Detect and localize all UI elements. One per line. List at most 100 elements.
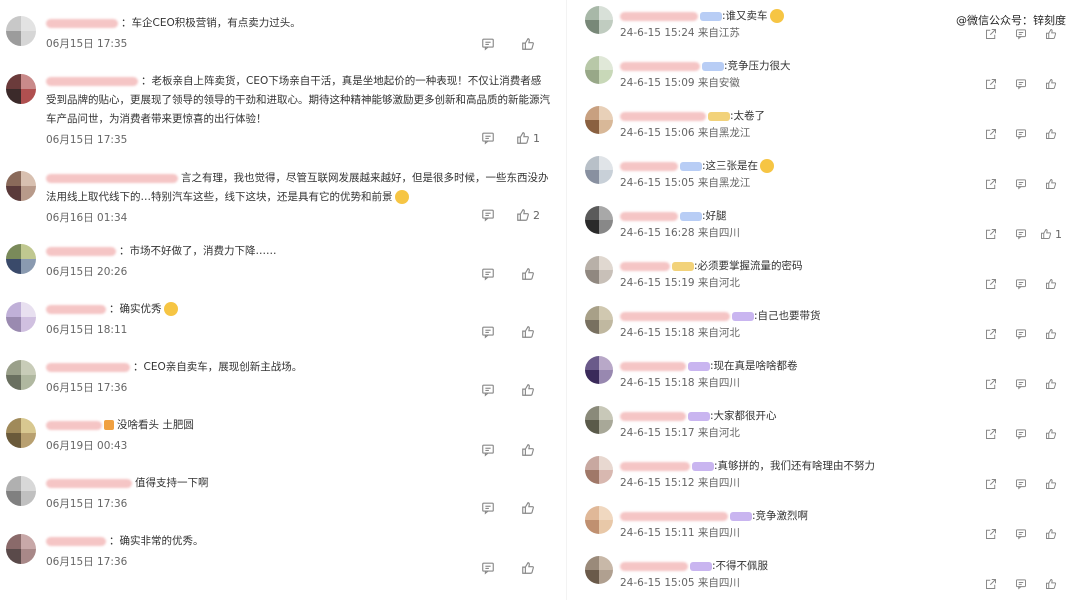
username-blurred[interactable] [46, 18, 118, 28]
like-button[interactable] [508, 36, 548, 52]
user-avatar[interactable] [6, 476, 36, 506]
like-button[interactable] [508, 560, 548, 576]
share-button[interactable] [976, 176, 1006, 192]
user-avatar[interactable] [585, 406, 613, 434]
like-button[interactable] [1036, 126, 1066, 142]
username-blurred[interactable] [46, 420, 102, 430]
user-avatar[interactable] [6, 244, 36, 274]
like-button[interactable] [508, 266, 548, 282]
user-avatar[interactable] [585, 556, 613, 584]
like-button[interactable] [1036, 276, 1066, 292]
reply-icon [1015, 528, 1027, 540]
like-button[interactable] [1036, 326, 1066, 342]
comment-text-line: :太卷了 [620, 108, 1060, 124]
username-blurred[interactable] [46, 246, 116, 256]
reply-button[interactable] [468, 207, 508, 223]
share-button[interactable] [976, 276, 1006, 292]
reply-button[interactable] [1006, 226, 1036, 242]
share-button[interactable] [976, 76, 1006, 92]
like-button[interactable] [1036, 76, 1066, 92]
username-blurred[interactable] [620, 411, 686, 421]
like-button[interactable] [1036, 376, 1066, 392]
share-button[interactable] [976, 576, 1006, 592]
user-avatar[interactable] [6, 16, 36, 46]
user-avatar[interactable] [585, 356, 613, 384]
share-button[interactable] [976, 326, 1006, 342]
username-blurred[interactable] [620, 311, 730, 321]
reply-button[interactable] [1006, 476, 1036, 492]
share-button[interactable] [976, 526, 1006, 542]
user-avatar[interactable] [585, 206, 613, 234]
username-blurred[interactable] [620, 111, 706, 121]
like-button[interactable] [1036, 576, 1066, 592]
like-button[interactable] [1036, 426, 1066, 442]
user-avatar[interactable] [6, 360, 36, 390]
like-button[interactable] [508, 324, 548, 340]
reply-button[interactable] [1006, 526, 1036, 542]
username-blurred[interactable] [46, 478, 132, 488]
reply-button[interactable] [468, 266, 508, 282]
user-avatar[interactable] [585, 306, 613, 334]
username-blurred[interactable] [620, 261, 670, 271]
user-avatar[interactable] [585, 6, 613, 34]
user-avatar[interactable] [6, 418, 36, 448]
reply-button[interactable] [1006, 276, 1036, 292]
like-button[interactable]: 1 [508, 130, 548, 146]
like-button[interactable] [508, 500, 548, 516]
username-blurred[interactable] [620, 211, 678, 221]
reply-button[interactable] [1006, 326, 1036, 342]
reply-button[interactable] [468, 382, 508, 398]
like-button[interactable] [1036, 26, 1066, 42]
reply-button[interactable] [468, 500, 508, 516]
like-button[interactable] [508, 382, 548, 398]
like-button[interactable]: 1 [1036, 226, 1066, 242]
username-blurred[interactable] [46, 304, 106, 314]
reply-button[interactable] [1006, 426, 1036, 442]
user-avatar[interactable] [585, 156, 613, 184]
reply-button[interactable] [1006, 76, 1036, 92]
username-blurred[interactable] [620, 511, 728, 521]
reply-button[interactable] [468, 442, 508, 458]
user-avatar[interactable] [6, 74, 36, 104]
reply-button[interactable] [1006, 376, 1036, 392]
reply-button[interactable] [1006, 26, 1036, 42]
comment-text-line: 没啥看头 土肥圆 [46, 416, 551, 435]
user-avatar[interactable] [6, 302, 36, 332]
username-blurred[interactable] [620, 11, 698, 21]
user-avatar[interactable] [585, 506, 613, 534]
user-avatar[interactable] [585, 106, 613, 134]
username-blurred[interactable] [620, 61, 700, 71]
username-blurred[interactable] [46, 173, 178, 183]
user-avatar[interactable] [6, 171, 36, 201]
like-button[interactable] [1036, 526, 1066, 542]
reply-button[interactable] [468, 36, 508, 52]
username-blurred[interactable] [46, 362, 130, 372]
share-button[interactable] [976, 376, 1006, 392]
share-button[interactable] [976, 226, 1006, 242]
share-button[interactable] [976, 476, 1006, 492]
username-blurred[interactable] [620, 161, 678, 171]
username-blurred[interactable] [620, 561, 688, 571]
share-button[interactable] [976, 426, 1006, 442]
user-avatar[interactable] [585, 456, 613, 484]
like-button[interactable]: 2 [508, 207, 548, 223]
like-button[interactable] [508, 442, 548, 458]
comment-text: ：确实非常的优秀。 [109, 535, 204, 547]
username-blurred[interactable] [46, 536, 106, 546]
like-button[interactable] [1036, 476, 1066, 492]
user-avatar[interactable] [6, 534, 36, 564]
username-blurred[interactable] [620, 461, 690, 471]
user-avatar[interactable] [585, 256, 613, 284]
like-button[interactable] [1036, 176, 1066, 192]
reply-button[interactable] [468, 560, 508, 576]
reply-button[interactable] [468, 324, 508, 340]
share-button[interactable] [976, 126, 1006, 142]
username-blurred[interactable] [620, 361, 686, 371]
reply-button[interactable] [1006, 126, 1036, 142]
reply-button[interactable] [1006, 576, 1036, 592]
share-button[interactable] [976, 26, 1006, 42]
reply-button[interactable] [1006, 176, 1036, 192]
username-blurred[interactable] [46, 76, 138, 86]
reply-button[interactable] [468, 130, 508, 146]
user-avatar[interactable] [585, 56, 613, 84]
